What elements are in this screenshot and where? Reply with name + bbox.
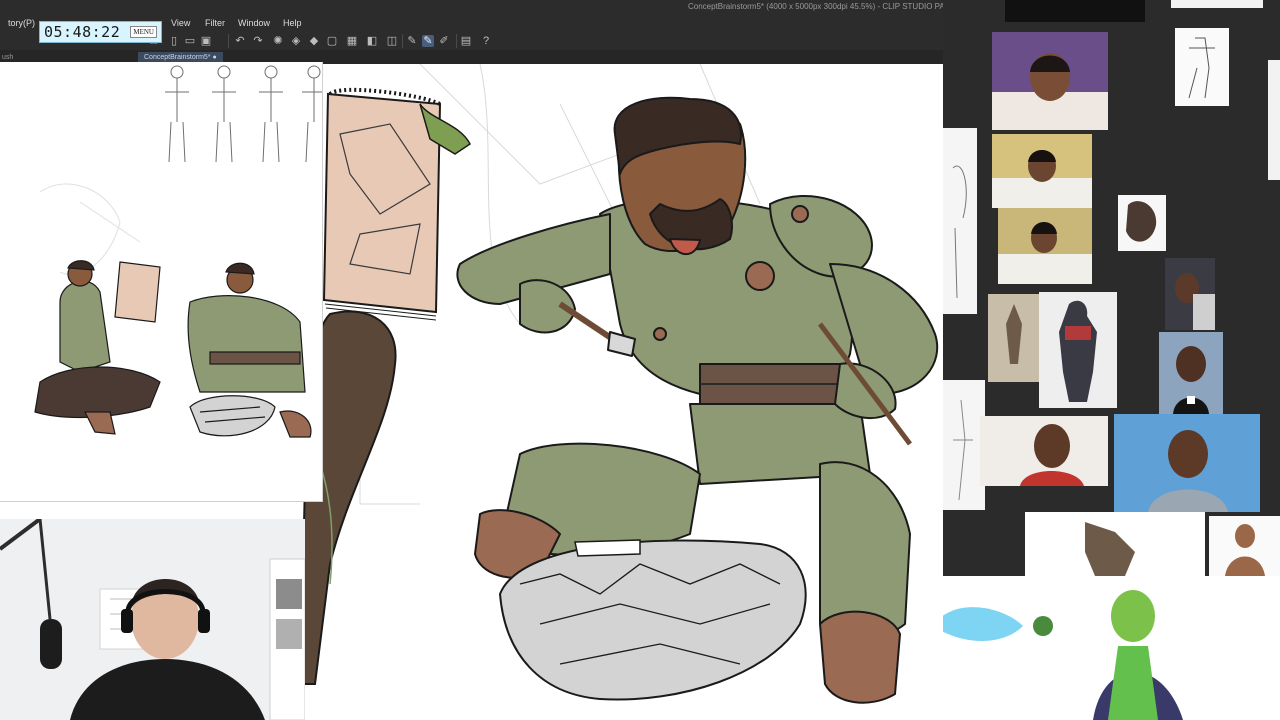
- preview-character-crouching: [187, 262, 312, 438]
- reference-image-sketch-left[interactable]: [943, 128, 977, 314]
- reference-image-top-dark[interactable]: [1005, 0, 1145, 22]
- faint-sketch: [39, 183, 141, 275]
- spinner-icon[interactable]: ✺: [272, 35, 284, 47]
- window-title: ConceptBrainstorm5* (4000 x 5000px 300dp…: [688, 2, 943, 11]
- grid-icon[interactable]: ▦: [346, 35, 358, 47]
- reference-board: [943, 0, 1280, 720]
- reference-image-donald-2[interactable]: [1114, 414, 1260, 512]
- navigator-preview[interactable]: [0, 62, 323, 502]
- pen-active-icon[interactable]: ✎: [422, 35, 434, 47]
- reference-image-armor-sketch[interactable]: [1118, 195, 1166, 251]
- menu-view[interactable]: View: [163, 14, 198, 32]
- reference-image-lakeith-2[interactable]: [1159, 332, 1223, 414]
- reference-image-concept-armor[interactable]: [988, 294, 1040, 382]
- toolbar-divider: [402, 34, 403, 48]
- select-icon[interactable]: ◫: [386, 35, 398, 47]
- undo-icon[interactable]: ↶: [234, 35, 246, 47]
- save-icon[interactable]: ▣: [200, 35, 212, 47]
- preview-character-sitting: [34, 260, 161, 435]
- reference-image-muscular[interactable]: [1209, 516, 1280, 576]
- new-file-icon[interactable]: ▯: [168, 35, 180, 47]
- turnaround-sketches: [165, 65, 322, 163]
- toolbar-divider: [456, 34, 457, 48]
- reference-image-character-art[interactable]: [1025, 512, 1205, 576]
- reference-image-miles-2[interactable]: [992, 134, 1092, 208]
- timer-value: 05:48:22: [44, 23, 121, 41]
- help-icon[interactable]: ?: [480, 35, 492, 47]
- timer-menu-button[interactable]: MENU: [130, 26, 157, 38]
- transform-icon[interactable]: ◧: [366, 35, 378, 47]
- pen-icon[interactable]: ✎: [406, 35, 418, 47]
- menu-story[interactable]: tory(P): [0, 14, 43, 32]
- command-bar: □ ▯ ▭ ▣ ↶ ↷ ✺ ◈ ◆ ▢ ▦ ◧ ◫ ✎ ✎ ✐ ▤ ?: [140, 32, 500, 50]
- webcam-feed: [0, 519, 305, 720]
- reference-image-game-character[interactable]: [943, 576, 1280, 720]
- fill-icon[interactable]: ◆: [308, 35, 320, 47]
- reference-image-edge[interactable]: [1268, 60, 1280, 180]
- reference-image-lakeith-1[interactable]: [1165, 258, 1215, 330]
- notepad-drawing: [322, 87, 471, 321]
- toolbar-divider: [228, 34, 229, 48]
- reference-image-donald-1[interactable]: [980, 416, 1108, 486]
- reference-image-top-light[interactable]: [1171, 0, 1263, 8]
- sidebar-icon[interactable]: ▤: [460, 35, 472, 47]
- reference-image-sketch-figure[interactable]: [1175, 28, 1229, 106]
- menu-filter[interactable]: Filter: [197, 14, 233, 32]
- layer-icon[interactable]: ▢: [326, 35, 338, 47]
- reference-image-miles-1[interactable]: [992, 32, 1108, 130]
- stream-timer: 05:48:22 MENU: [39, 21, 162, 43]
- webcam-image: [0, 519, 305, 720]
- reference-image-soldier[interactable]: [1039, 292, 1117, 408]
- edit-icon[interactable]: ✐: [438, 35, 450, 47]
- open-file-icon[interactable]: ▭: [184, 35, 196, 47]
- reference-image-sketch-left-2[interactable]: [943, 380, 985, 510]
- redo-icon[interactable]: ↷: [252, 35, 264, 47]
- preview-artwork: [34, 65, 322, 438]
- menu-window[interactable]: Window: [230, 14, 278, 32]
- salad-bowl: [498, 539, 807, 701]
- reference-image-miles-3[interactable]: [998, 208, 1092, 284]
- menu-help[interactable]: Help: [275, 14, 310, 32]
- clear-icon[interactable]: ◈: [290, 35, 302, 47]
